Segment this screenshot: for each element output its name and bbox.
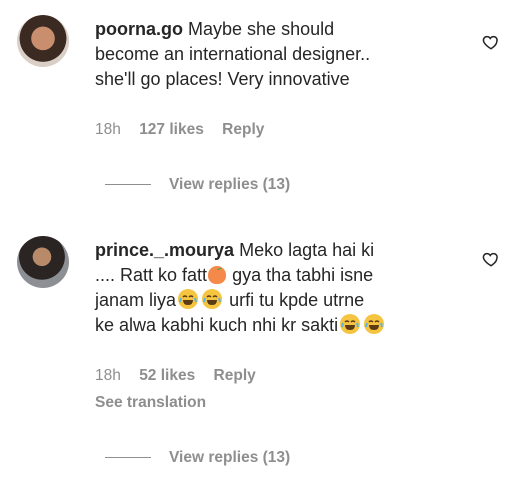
comment-line: .... Ratt ko fatt: [95, 265, 208, 285]
likes-count[interactable]: 127 likes: [139, 121, 204, 138]
heart-icon[interactable]: [482, 33, 500, 51]
avatar[interactable]: [17, 236, 69, 288]
username[interactable]: prince._.mourya: [95, 240, 234, 260]
peach-emoji: [208, 266, 227, 284]
timestamp[interactable]: 18h: [95, 367, 121, 384]
divider: [105, 184, 151, 186]
view-replies-button[interactable]: View replies (13): [105, 449, 290, 467]
view-replies-label: View replies (13): [169, 449, 291, 466]
comment-line: urfi tu kpde utrne: [229, 290, 365, 310]
comment-meta: 18h 52 likes Reply: [95, 367, 270, 385]
heart-icon[interactable]: [482, 250, 500, 268]
comment-line: janam liya: [95, 290, 177, 310]
reply-button[interactable]: Reply: [222, 121, 264, 138]
laugh-emoji: [202, 289, 223, 309]
likes-count[interactable]: 52 likes: [139, 367, 195, 384]
comment-text: poorna.go Maybe she should become an int…: [95, 17, 370, 92]
comment-line: become an international designer..: [95, 44, 371, 64]
view-replies-label: View replies (13): [169, 176, 291, 193]
laugh-emoji: [364, 314, 385, 334]
comment-line: ke alwa kabhi kuch nhi kr sakti: [95, 315, 339, 335]
laugh-emoji: [178, 289, 199, 309]
username[interactable]: poorna.go: [95, 19, 183, 39]
comment-line: Meko lagta hai ki: [239, 240, 375, 260]
view-replies-button[interactable]: View replies (13): [105, 176, 290, 194]
laugh-emoji: [340, 314, 361, 334]
comment-line: she'll go places! Very innovative: [95, 69, 350, 89]
comment-meta: 18h 127 likes Reply: [95, 121, 278, 139]
comment-line: Maybe she should: [188, 19, 335, 39]
timestamp[interactable]: 18h: [95, 121, 121, 138]
divider: [105, 457, 151, 459]
reply-button[interactable]: Reply: [214, 367, 256, 384]
comment-line: gya tha tabhi isne: [232, 265, 374, 285]
see-translation-button[interactable]: See translation: [95, 394, 206, 412]
comment-text: prince._.mourya Meko lagta hai ki .... R…: [95, 238, 386, 338]
avatar[interactable]: [17, 15, 69, 67]
